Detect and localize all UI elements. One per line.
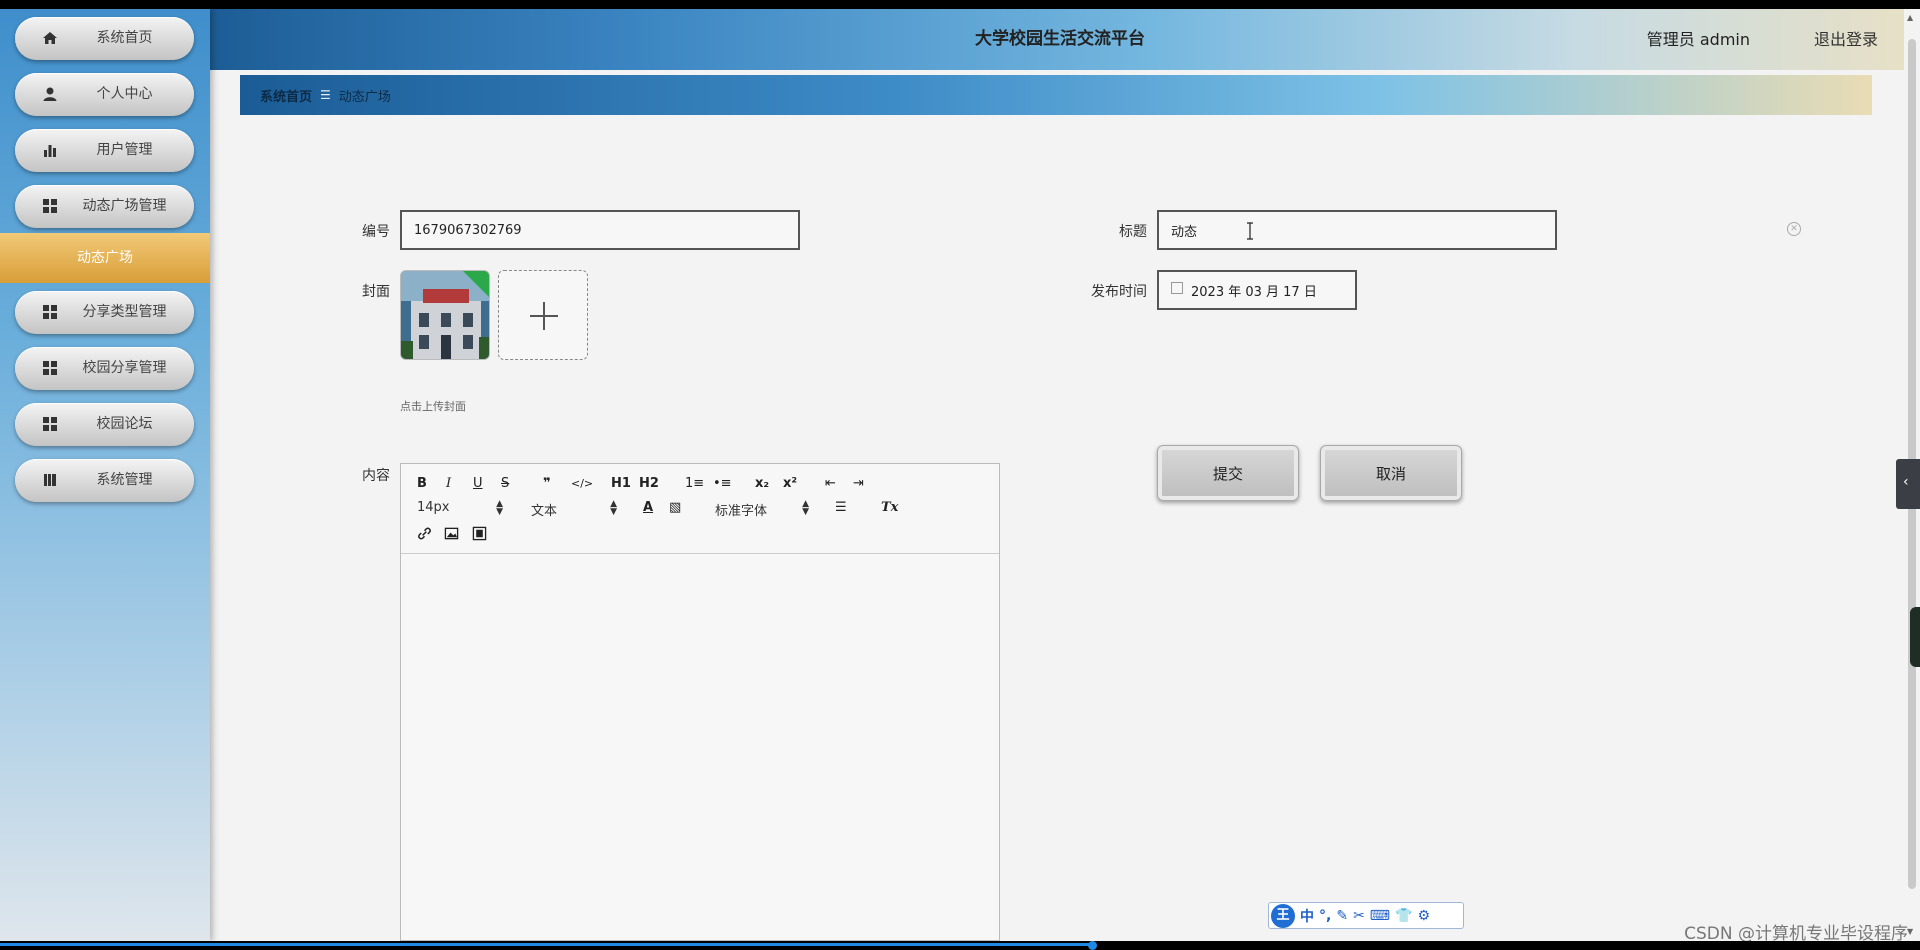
grid-icon <box>43 361 57 375</box>
breadcrumb-separator: ☰ <box>320 88 331 102</box>
sidebar-item-home[interactable]: 系统首页 <box>15 17 194 60</box>
chevron-left-icon: ‹ <box>1903 474 1909 490</box>
home-icon <box>43 32 57 44</box>
breadcrumb-current: 动态广场 <box>338 89 391 105</box>
sidebar-item-label: 校园分享管理 <box>82 360 167 376</box>
sidebar-item-system-mgmt[interactable]: 系统管理 <box>15 459 194 502</box>
link-icon[interactable] <box>417 526 432 541</box>
number-input[interactable]: 1679067302769 <box>400 210 800 250</box>
publish-time-value: 2023 年 03 月 17 日 <box>1191 284 1317 300</box>
cover-label: 封面 <box>362 284 390 300</box>
cancel-button[interactable]: 取消 <box>1320 445 1462 501</box>
ime-skin-icon[interactable]: 👕 <box>1395 908 1412 924</box>
video-icon[interactable] <box>472 526 487 541</box>
bullet-list-button[interactable]: •≡ <box>713 476 732 492</box>
title-input[interactable]: 动态 <box>1157 210 1557 250</box>
collapse-panel-tab[interactable]: ‹ <box>1896 459 1920 509</box>
h1-button[interactable]: H1 <box>611 476 631 492</box>
grid-icon <box>43 305 57 319</box>
select-arrow-icon: ▲ ▼ <box>802 499 809 517</box>
superscript-button[interactable]: x² <box>783 476 797 492</box>
sidebar-item-label: 系统首页 <box>96 30 153 46</box>
ime-keyboard-icon[interactable]: ⌨ <box>1370 908 1390 924</box>
calendar-icon <box>1171 282 1183 294</box>
sidebar-item-profile[interactable]: 个人中心 <box>15 73 194 116</box>
video-progress-bar[interactable] <box>0 941 1920 950</box>
sidebar-item-label: 分享类型管理 <box>82 304 167 320</box>
block-type-select[interactable]: 文本 ▲ ▼ <box>531 499 617 520</box>
ime-punctuation-icon[interactable]: °, <box>1319 908 1331 924</box>
underline-button[interactable]: U <box>473 476 483 492</box>
code-button[interactable]: </> <box>571 476 593 492</box>
strike-button[interactable]: S <box>501 476 509 492</box>
breadcrumb-home[interactable]: 系统首页 <box>260 86 312 105</box>
bold-button[interactable]: B <box>417 476 427 492</box>
sidebar-item-label: 系统管理 <box>96 472 153 488</box>
current-user: 管理员 admin <box>1646 30 1750 49</box>
outdent-button[interactable]: ⇤ <box>825 476 836 492</box>
align-icon[interactable]: ☰ <box>835 500 847 516</box>
grid-icon <box>43 199 57 213</box>
content-label: 内容 <box>362 468 390 484</box>
book-icon <box>44 474 56 486</box>
h2-button[interactable]: H2 <box>639 476 659 492</box>
watermark: CSDN @计算机专业毕设程序 <box>1684 924 1908 941</box>
subscript-button[interactable]: x₂ <box>755 476 769 492</box>
sidebar-item-campus-forum[interactable]: 校园论坛 <box>15 403 194 446</box>
upload-cover-button[interactable] <box>498 270 588 360</box>
ime-logo-icon[interactable]: 王 <box>1271 903 1295 928</box>
ime-toolbar: 王 中 °, ✎ ✂ ⌨ 👕 ⚙ <box>1268 902 1464 929</box>
upload-hint: 点击上传封面 <box>400 400 466 413</box>
title-label: 标题 <box>1119 224 1147 240</box>
top-header: 大学校园生活交流平台 管理员 admin 退出登录 <box>210 9 1920 70</box>
sidebar-subitem-dynamic-square[interactable]: 动态广场 <box>0 233 210 283</box>
ime-chinese-mode-icon[interactable]: 中 <box>1300 906 1314 926</box>
editor-content-area[interactable] <box>401 554 999 940</box>
progress-handle[interactable] <box>1088 941 1097 950</box>
background-color-icon[interactable]: ▧ <box>669 500 681 516</box>
sidebar-item-label: 用户管理 <box>96 142 153 158</box>
sidebar-item-dynamic-square-mgmt[interactable]: 动态广场管理 <box>15 185 194 228</box>
text-cursor-icon <box>1247 222 1253 240</box>
ime-settings-icon[interactable]: ⚙ <box>1417 908 1430 924</box>
ordered-list-button[interactable]: 1≡ <box>685 476 704 492</box>
font-size-select[interactable]: 14px ▲ ▼ <box>417 499 503 517</box>
sidebar-item-users[interactable]: 用户管理 <box>15 129 194 172</box>
ime-handwrite-icon[interactable]: ✎ <box>1336 908 1348 924</box>
sidebar-item-campus-share-mgmt[interactable]: 校园分享管理 <box>15 347 194 390</box>
select-arrow-icon: ▲ ▼ <box>610 499 617 517</box>
sidebar-item-label: 动态广场管理 <box>82 198 167 214</box>
grid-icon <box>43 417 57 431</box>
number-label: 编号 <box>362 224 390 240</box>
font-family-select[interactable]: 标准字体 ▲ ▼ <box>715 499 809 520</box>
sidebar-item-label: 个人中心 <box>96 86 153 102</box>
sidebar: 系统首页 个人中心 用户管理 动态广场管理 动态广场 分享类型管理 校园分享管理… <box>0 9 210 941</box>
publish-time-label: 发布时间 <box>1091 284 1147 300</box>
sidebar-item-label: 校园论坛 <box>96 416 153 432</box>
scroll-up-icon[interactable]: ▲ <box>1907 13 1913 22</box>
italic-button[interactable]: I <box>446 476 451 492</box>
image-icon[interactable] <box>444 526 459 541</box>
font-color-button[interactable]: A <box>643 500 653 516</box>
editor-toolbar: B I U S ❞ </> H1 H2 1≡ •≡ x₂ x² ⇤ ⇥ 14px… <box>401 464 999 554</box>
submit-button[interactable]: 提交 <box>1157 445 1299 501</box>
breadcrumb: 系统首页 ☰ 动态广场 <box>240 75 1872 115</box>
app-frame: 系统首页 个人中心 用户管理 动态广场管理 动态广场 分享类型管理 校园分享管理… <box>0 9 1920 941</box>
clear-icon[interactable]: ✕ <box>1787 222 1801 236</box>
select-arrow-icon: ▲ ▼ <box>496 499 503 517</box>
sidebar-item-share-type-mgmt[interactable]: 分享类型管理 <box>15 291 194 334</box>
rich-text-editor: B I U S ❞ </> H1 H2 1≡ •≡ x₂ x² ⇤ ⇥ 14px… <box>400 463 1000 941</box>
person-icon <box>43 87 57 101</box>
floating-widget-tab[interactable] <box>1910 607 1920 667</box>
ime-scissors-icon[interactable]: ✂ <box>1353 908 1365 924</box>
indent-button[interactable]: ⇥ <box>853 476 864 492</box>
cover-image-thumbnail[interactable] <box>400 270 490 360</box>
publish-time-picker[interactable]: 2023 年 03 月 17 日 <box>1157 270 1357 310</box>
clear-format-button[interactable]: Tx <box>881 500 898 516</box>
logout-link[interactable]: 退出登录 <box>1814 9 1878 70</box>
quote-button[interactable]: ❞ <box>543 476 551 492</box>
bar-chart-icon <box>44 145 56 157</box>
